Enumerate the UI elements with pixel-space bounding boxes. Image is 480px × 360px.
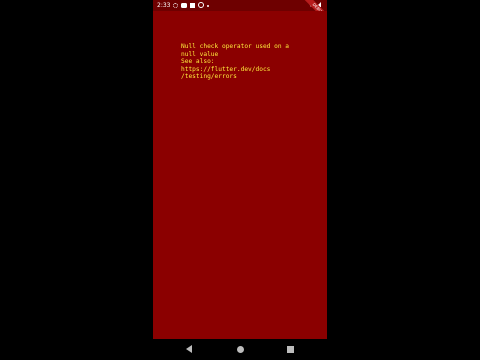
sync-icon [198, 2, 204, 8]
app-icon [190, 2, 195, 8]
gear-icon [173, 2, 178, 8]
navigation-bar [153, 339, 327, 360]
status-bar: 2:33 [153, 0, 327, 11]
phone-screen: 2:33 DEBUG Null check operator used on a… [153, 0, 327, 360]
status-notification-icons [173, 1, 209, 8]
youtube-icon [181, 2, 187, 8]
back-icon[interactable] [186, 345, 192, 353]
recents-icon[interactable] [287, 346, 294, 353]
dot-icon [207, 4, 209, 7]
error-screen: Null check operator used on a null value… [153, 11, 327, 339]
error-message: Null check operator used on a null value… [181, 43, 290, 80]
home-icon[interactable] [237, 346, 244, 353]
status-time: 2:33 [157, 2, 171, 9]
